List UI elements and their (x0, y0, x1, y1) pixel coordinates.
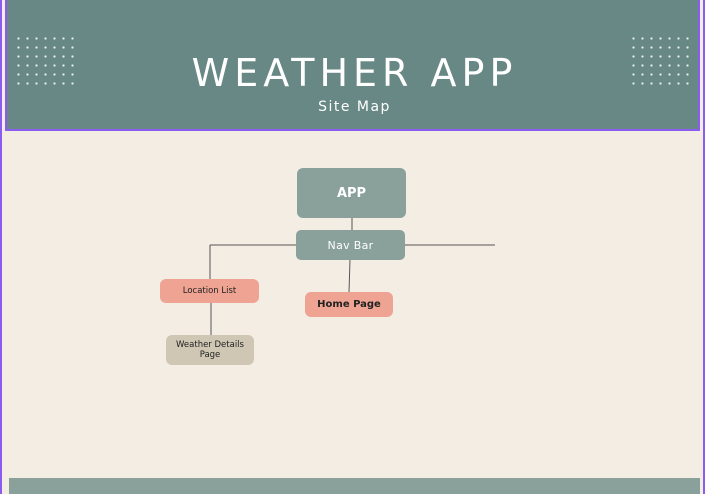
node-home-page: Home Page (305, 292, 393, 317)
page-frame: WEATHER APP Site Map APP Nav Bar Locatio… (0, 0, 705, 494)
node-weather-details-page: Weather Details Page (166, 335, 254, 365)
node-nav-bar: Nav Bar (296, 230, 405, 260)
node-app: APP (297, 168, 406, 218)
footer-bar (9, 478, 700, 494)
connector-nav-home (348, 259, 351, 293)
node-location-list: Location List (160, 279, 259, 303)
